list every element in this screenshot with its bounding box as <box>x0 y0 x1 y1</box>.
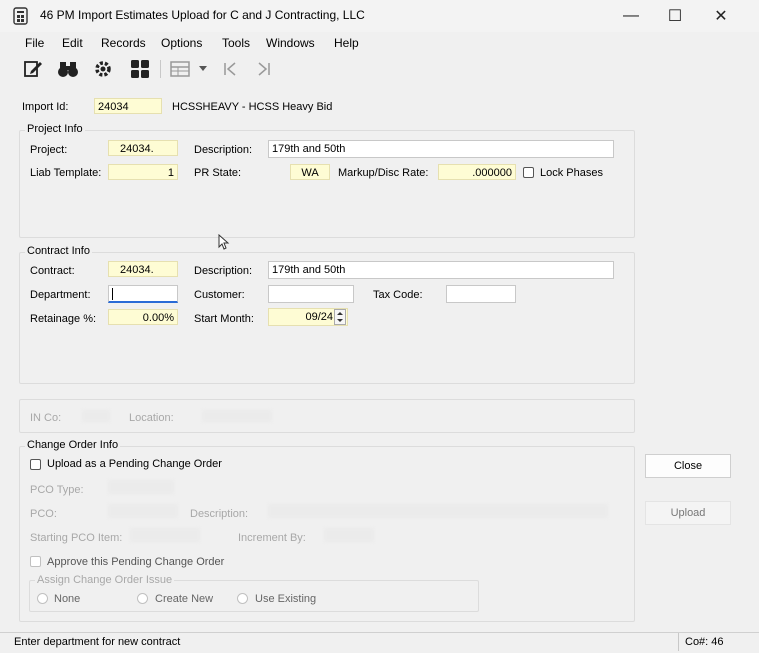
location-field <box>202 410 272 422</box>
liab-template-label: Liab Template: <box>30 167 102 179</box>
project-value: 24034. <box>120 143 154 155</box>
tax-code-field[interactable] <box>446 285 516 303</box>
customer-field[interactable] <box>268 285 354 303</box>
tax-code-label: Tax Code: <box>373 289 423 301</box>
pco-type-field <box>108 480 174 494</box>
markup-rate-label: Markup/Disc Rate: <box>338 167 429 179</box>
radio-none[interactable] <box>37 593 48 604</box>
import-id-field[interactable]: 24034 <box>94 98 162 114</box>
lock-phases-checkbox[interactable] <box>523 167 534 178</box>
contract-info-title: Contract Info <box>25 245 92 257</box>
pco-label: PCO: <box>30 508 57 520</box>
import-description: HCSSHEAVY - HCSS Heavy Bid <box>172 101 333 113</box>
upload-pending-label: Upload as a Pending Change Order <box>47 458 222 470</box>
minimize-button[interactable]: — <box>608 0 654 32</box>
assign-issue-title: Assign Change Order Issue <box>35 574 175 586</box>
radio-none-label: None <box>54 593 81 605</box>
mouse-cursor-icon <box>218 233 230 253</box>
radio-create-new-label: Create New <box>155 593 214 605</box>
location-label: Location: <box>129 412 174 424</box>
app-icon <box>12 7 30 25</box>
project-description-label: Description: <box>194 144 253 156</box>
pco-description-field <box>268 504 608 518</box>
department-field[interactable] <box>108 285 178 303</box>
in-section-group <box>19 399 635 433</box>
status-divider <box>678 633 679 651</box>
toolbar-separator <box>160 60 161 78</box>
customer-label: Customer: <box>194 289 245 301</box>
start-month-spinner[interactable] <box>334 309 346 325</box>
in-co-field <box>82 410 110 422</box>
menu-options[interactable]: Options <box>161 36 202 50</box>
increment-by-field <box>324 528 374 542</box>
approve-pending-checkbox[interactable] <box>30 556 41 567</box>
window-title: 46 PM Import Estimates Upload for C and … <box>40 8 365 22</box>
upload-button[interactable]: Upload <box>645 501 731 525</box>
edit-icon[interactable] <box>21 57 45 81</box>
contract-label: Contract: <box>30 265 75 277</box>
menu-records[interactable]: Records <box>101 36 146 50</box>
menu-edit[interactable]: Edit <box>62 36 83 50</box>
project-label: Project: <box>30 144 68 156</box>
starting-pco-item-field <box>130 528 200 542</box>
approve-pending-label: Approve this Pending Change Order <box>47 556 225 568</box>
radio-create-new[interactable] <box>137 593 148 604</box>
change-order-title: Change Order Info <box>25 439 121 451</box>
grid-view-icon[interactable] <box>128 57 152 81</box>
last-record-icon[interactable] <box>252 57 276 81</box>
in-co-label: IN Co: <box>30 412 62 424</box>
lock-phases-label: Lock Phases <box>540 167 603 179</box>
import-id-label: Import Id: <box>22 101 69 113</box>
contract-description-field[interactable]: 179th and 50th <box>268 261 614 279</box>
upload-pending-checkbox[interactable] <box>30 459 41 470</box>
first-record-icon[interactable] <box>218 57 242 81</box>
pco-type-label: PCO Type: <box>30 484 84 496</box>
project-info-title: Project Info <box>25 123 85 135</box>
radio-use-existing[interactable] <box>237 593 248 604</box>
pco-description-label: Description: <box>190 508 249 520</box>
pco-field <box>108 504 178 518</box>
maximize-button[interactable]: ☐ <box>652 0 698 32</box>
radio-use-existing-label: Use Existing <box>255 593 317 605</box>
company-number: Co#: 46 <box>685 636 724 648</box>
increment-by-label: Increment By: <box>238 532 306 544</box>
status-message: Enter department for new contract <box>14 636 181 648</box>
dropdown-arrow-icon[interactable] <box>196 57 210 81</box>
contract-value: 24034. <box>120 264 154 276</box>
contract-field[interactable]: 24034. <box>108 261 178 277</box>
retainage-field[interactable]: 0.00% <box>108 309 178 325</box>
liab-template-field[interactable]: 1 <box>108 164 178 180</box>
retainage-label: Retainage %: <box>30 313 97 325</box>
binoculars-icon[interactable] <box>56 57 80 81</box>
gear-icon[interactable] <box>91 57 115 81</box>
start-month-label: Start Month: <box>194 313 254 325</box>
pr-state-field[interactable]: WA <box>290 164 330 180</box>
menu-help[interactable]: Help <box>334 36 359 50</box>
department-label: Department: <box>30 289 91 301</box>
markup-rate-field[interactable]: .000000 <box>438 164 516 180</box>
text-caret <box>112 288 113 301</box>
close-window-button[interactable]: ✕ <box>698 0 744 32</box>
table-icon[interactable] <box>168 57 192 81</box>
contract-description-label: Description: <box>194 265 253 277</box>
project-field[interactable]: 24034. <box>108 140 178 156</box>
menu-windows[interactable]: Windows <box>266 36 315 50</box>
menu-tools[interactable]: Tools <box>222 36 250 50</box>
project-description-field[interactable]: 179th and 50th <box>268 140 614 158</box>
pr-state-label: PR State: <box>194 167 242 179</box>
close-button[interactable]: Close <box>645 454 731 478</box>
starting-pco-item-label: Starting PCO Item: <box>30 532 123 544</box>
menu-file[interactable]: File <box>25 36 44 50</box>
